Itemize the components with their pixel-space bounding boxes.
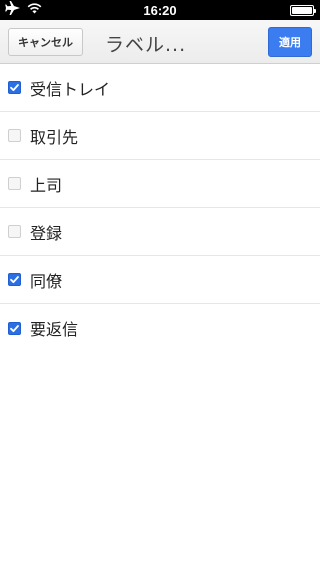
label-checkbox[interactable]	[8, 225, 21, 238]
label-row[interactable]: 取引先	[0, 112, 320, 160]
checkmark-icon	[10, 276, 19, 284]
label-name: 登録	[30, 223, 63, 243]
battery-level	[292, 7, 312, 14]
status-time: 16:20	[143, 3, 177, 18]
label-name: 要返信	[30, 320, 79, 339]
label-list: 受信トレイ取引先上司登録同僚要返信	[0, 64, 320, 352]
checkmark-icon	[10, 324, 19, 332]
label-checkbox[interactable]	[8, 81, 21, 94]
label-name: 上司	[30, 175, 63, 195]
label-checkbox[interactable]	[8, 177, 21, 190]
label-row[interactable]: 要返信	[0, 304, 320, 352]
label-checkbox[interactable]	[8, 321, 21, 335]
page-title: ラベル...	[105, 34, 187, 56]
battery-icon	[290, 5, 316, 16]
label-row[interactable]: 登録	[0, 208, 320, 256]
checkmark-icon	[10, 84, 19, 92]
apply-button[interactable]: 適用	[268, 27, 312, 57]
label-name: 取引先	[30, 127, 79, 147]
label-row[interactable]: 受信トレイ	[0, 64, 320, 112]
nav-bar: キャンセル ラベル... 適用	[0, 20, 320, 64]
label-checkbox[interactable]	[8, 273, 21, 286]
status-bar: 16:20	[0, 0, 320, 20]
label-name: 受信トレイ	[30, 79, 111, 99]
label-row[interactable]: 同僚	[0, 256, 320, 304]
cancel-button[interactable]: キャンセル	[8, 28, 83, 56]
label-checkbox[interactable]	[8, 129, 21, 142]
label-name: 同僚	[30, 271, 63, 291]
label-row[interactable]: 上司	[0, 160, 320, 208]
